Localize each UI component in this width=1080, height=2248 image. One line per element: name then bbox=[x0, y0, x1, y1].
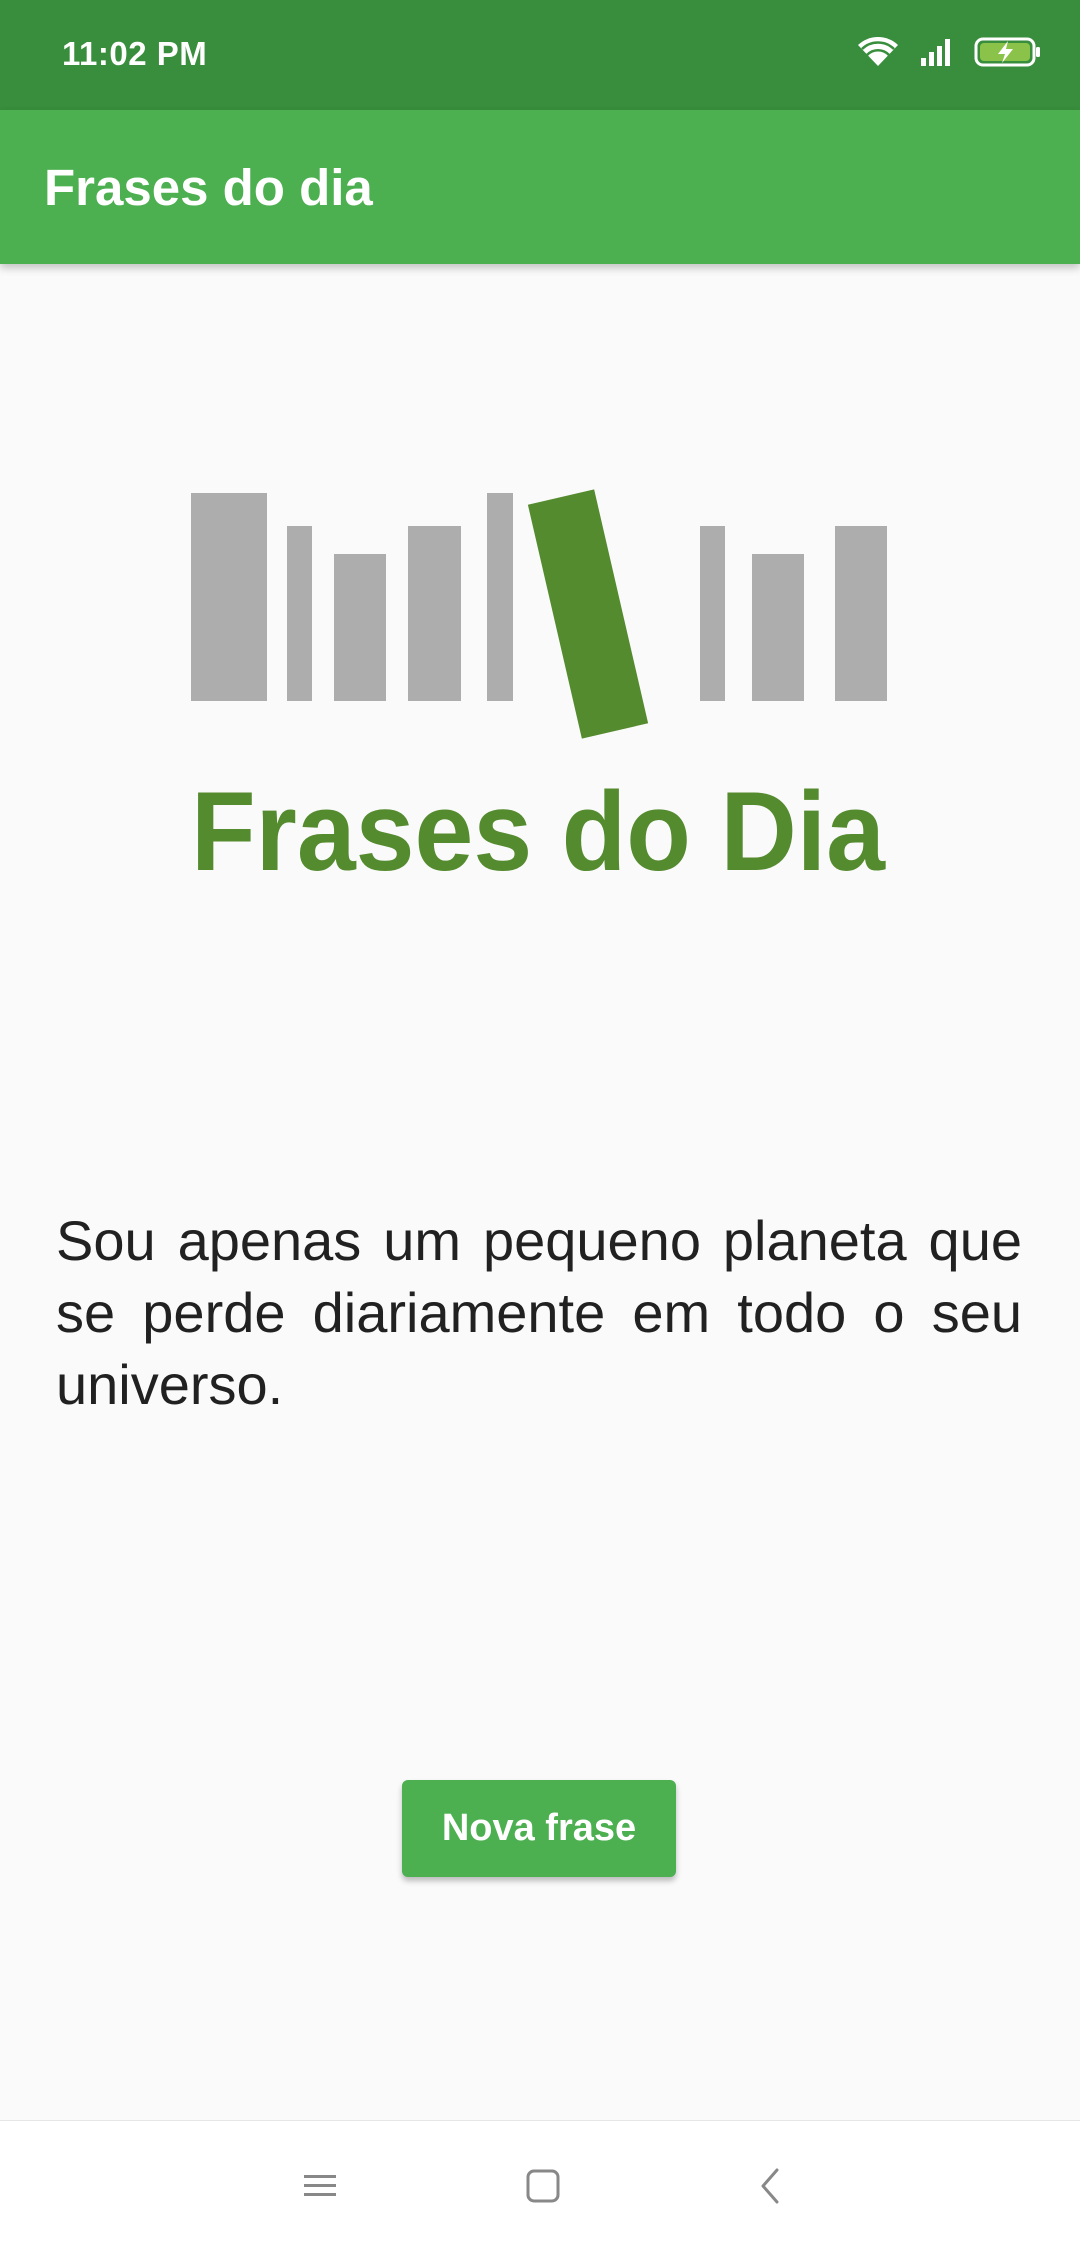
app-bar: Frases do dia bbox=[0, 110, 1080, 264]
menu-icon[interactable] bbox=[285, 2151, 355, 2221]
back-icon[interactable] bbox=[735, 2151, 805, 2221]
app-title: Frases do dia bbox=[44, 159, 373, 216]
status-time: 11:02 PM bbox=[62, 35, 208, 72]
screen: 11:02 PM Frases do dia Frases do Dia Sou… bbox=[0, 0, 1080, 2248]
phrase-text: Sou apenas um pequeno planeta que se per… bbox=[56, 1209, 1022, 1416]
battery-charging-icon bbox=[974, 36, 1042, 73]
navigation-bar bbox=[0, 2120, 1080, 2248]
logo-text: Frases do Dia bbox=[191, 769, 886, 894]
frases-do-dia-logo: Frases do Dia bbox=[0, 264, 1080, 924]
new-phrase-button[interactable]: Nova frase bbox=[402, 1780, 676, 1877]
status-icons bbox=[856, 36, 1042, 73]
signal-icon bbox=[920, 37, 954, 72]
status-bar: 11:02 PM bbox=[0, 0, 1080, 110]
wifi-icon bbox=[856, 36, 900, 73]
logo-tilted-book bbox=[527, 489, 649, 739]
home-icon[interactable] bbox=[508, 2151, 578, 2221]
